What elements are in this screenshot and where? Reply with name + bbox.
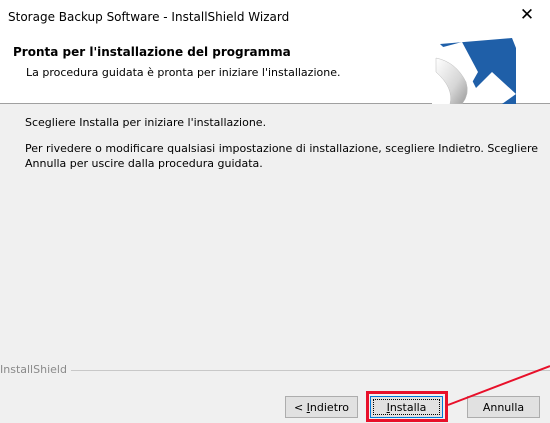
back-button-label: < Indietro bbox=[293, 400, 350, 414]
instruction-text: Scegliere Installa per iniziare l'instal… bbox=[25, 116, 267, 129]
installshield-wizard-window: Storage Backup Software - InstallShield … bbox=[0, 0, 550, 423]
separator-line bbox=[0, 370, 550, 371]
wizard-header: Pronta per l'installazione del programma… bbox=[0, 36, 550, 104]
title-bar: Storage Backup Software - InstallShield … bbox=[0, 0, 550, 36]
annotation-highlight-box bbox=[366, 391, 448, 422]
back-button[interactable]: < Indietro bbox=[285, 396, 358, 418]
page-title: Pronta per l'installazione del programma bbox=[13, 45, 291, 59]
cancel-button[interactable]: Annulla bbox=[467, 396, 540, 418]
info-text: Per rivedere o modificare qualsiasi impo… bbox=[25, 142, 539, 170]
cancel-button-label: Annulla bbox=[482, 400, 525, 414]
page-subtitle: La procedura guidata è pronta per inizia… bbox=[26, 66, 341, 79]
installshield-brand-separator: InstallShield bbox=[0, 363, 550, 377]
installshield-logo-icon bbox=[432, 38, 516, 104]
window-title: Storage Backup Software - InstallShield … bbox=[8, 10, 290, 24]
wizard-body: Scegliere Installa per iniziare l'instal… bbox=[0, 104, 550, 359]
close-button[interactable]: ✕ bbox=[504, 0, 550, 30]
brand-label: InstallShield bbox=[0, 363, 71, 376]
close-icon: ✕ bbox=[519, 5, 535, 25]
